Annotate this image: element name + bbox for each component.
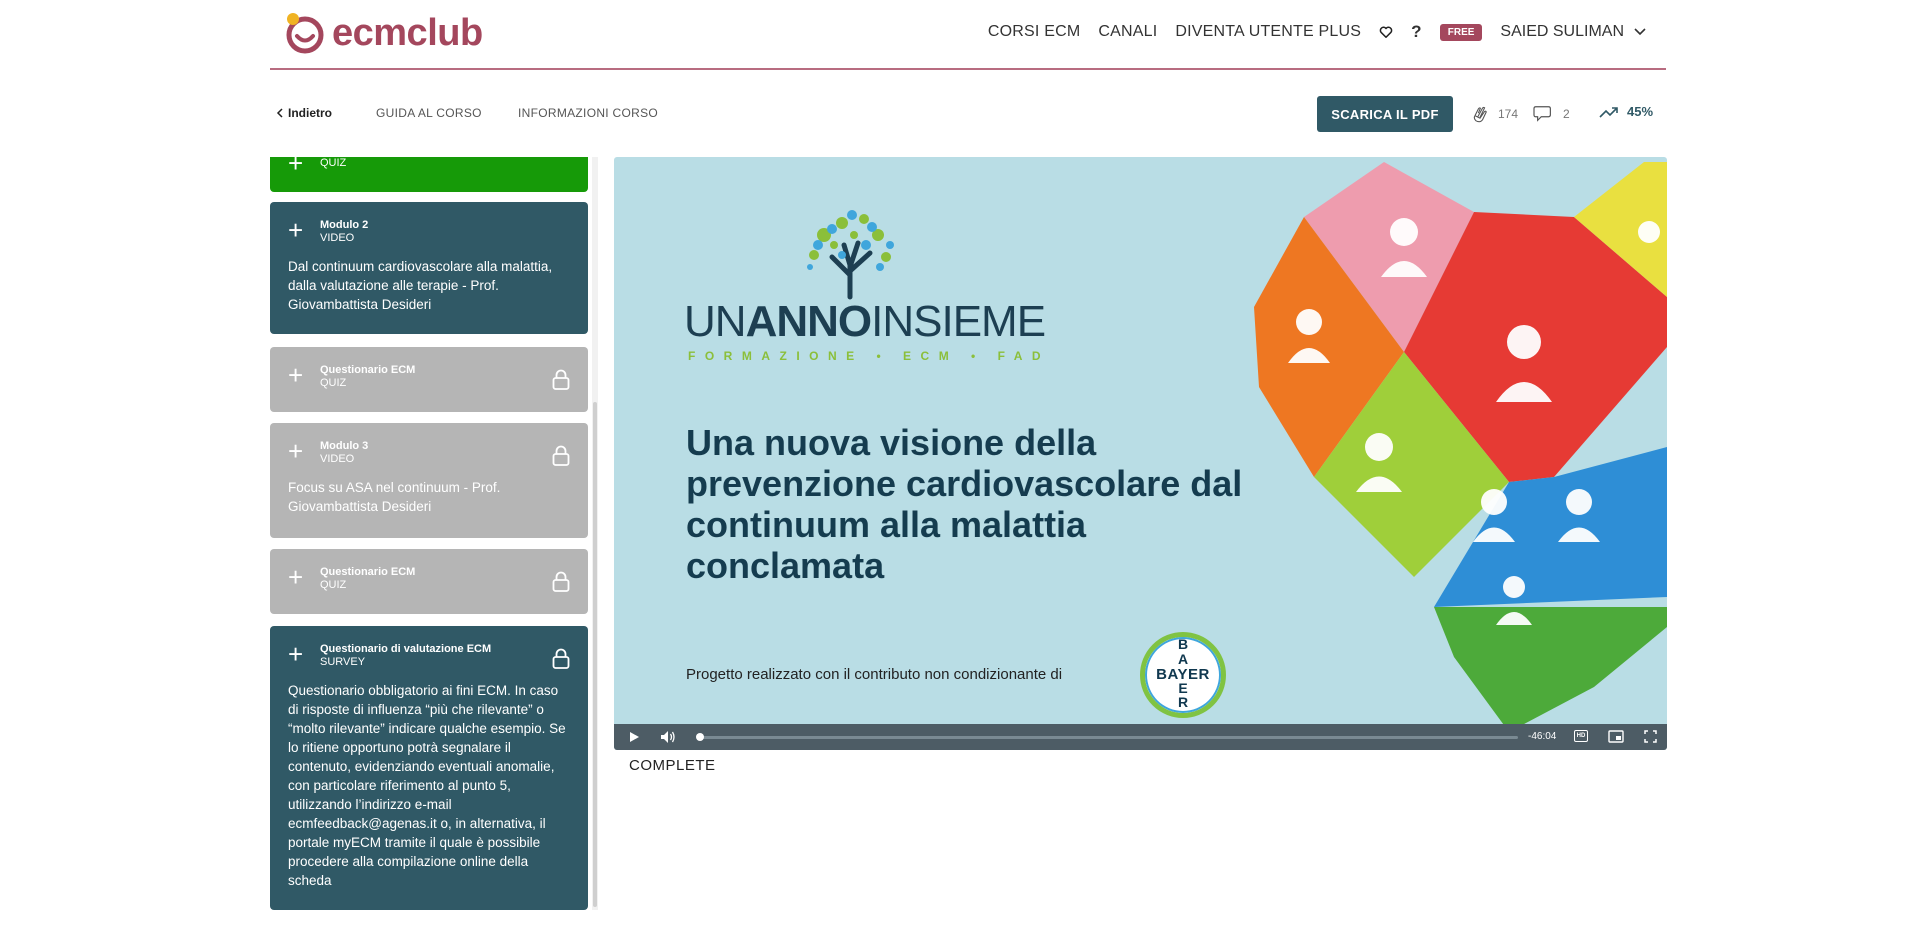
item-type: SURVEY [320, 656, 366, 668]
play-icon[interactable] [628, 731, 640, 743]
plan-badge: FREE [1439, 23, 1483, 41]
main-nav: CORSI ECM CANALI DIVENTA UTENTE PLUS ? F… [988, 22, 1646, 42]
nav-canali[interactable]: CANALI [1098, 23, 1157, 41]
nav-corsi-ecm[interactable]: CORSI ECM [988, 23, 1080, 41]
clap-icon [1473, 106, 1487, 123]
sidebar-item-questionario-ecm-2[interactable]: + Questionario ECM QUIZ [270, 549, 588, 614]
chevron-down-icon [1634, 28, 1646, 36]
item-title: Questionario di valutazione ECM [320, 643, 492, 655]
comments-counter[interactable]: 2 [1533, 104, 1570, 124]
item-description: Dal continuum cardiovascolare alla malat… [288, 259, 553, 312]
download-pdf-button[interactable]: SCARICA IL PDF [1317, 96, 1453, 132]
claps-counter[interactable]: 174 [1470, 104, 1518, 124]
claps-count: 174 [1498, 107, 1519, 121]
lock-icon [552, 571, 570, 592]
brand-wordmark: UNANNOINSIEME [684, 297, 1046, 346]
ecmclub-logo[interactable]: ecmclub [284, 12, 483, 54]
help-button[interactable]: ? [1411, 22, 1422, 42]
time-remaining: -46:04 [1528, 731, 1557, 742]
brand-tagline: FORMAZIONE • ECM • FAD [688, 349, 1051, 363]
top-navigation: ecmclub CORSI ECM CANALI DIVENTA UTENTE … [270, 0, 1666, 70]
item-type: VIDEO [320, 232, 355, 244]
item-description: Questionario obbligatorio ai fini ECM. I… [288, 683, 566, 888]
sidebar-item-modulo-2[interactable]: + Modulo 2 VIDEO Dal continuum cardiovas… [270, 202, 588, 334]
lock-icon [552, 648, 570, 669]
sidebar-item-modulo-3[interactable]: + Modulo 3 VIDEO Focus su ASA nel contin… [270, 423, 588, 538]
expand-icon: + [288, 436, 304, 466]
lock-icon [552, 369, 570, 390]
progress-percent: 45% [1627, 104, 1654, 119]
sidebar-item-quiz-completed[interactable]: + QUIZ [270, 157, 588, 192]
item-title: Modulo 2 [320, 219, 369, 231]
logo-text: ecmclub [332, 12, 483, 54]
hd-quality-icon[interactable]: HD [1574, 730, 1588, 742]
expand-icon: + [288, 639, 304, 669]
video-progress-knob[interactable] [696, 733, 704, 741]
slide-title: Una nuova visione della prevenzione card… [686, 422, 1243, 586]
sponsor-footnote: Progetto realizzato con il contributo no… [686, 666, 1063, 683]
sidebar-item-questionario-valutazione[interactable]: + Questionario di valutazione ECM SURVEY… [270, 626, 588, 910]
course-toolbar: Indietro GUIDA AL CORSO INFORMAZIONI COR… [270, 96, 1666, 136]
trending-up-icon [1599, 106, 1618, 118]
item-type: QUIZ [320, 579, 347, 591]
tree-logo-icon [807, 210, 894, 300]
item-description: Focus su ASA nel continuum - Prof. Giova… [288, 480, 501, 514]
sidebar-item-questionario-ecm-1[interactable]: + Questionario ECM QUIZ [270, 347, 588, 412]
user-menu[interactable]: SAIED SULIMAN [1500, 23, 1646, 41]
item-title: Modulo 3 [320, 440, 369, 452]
logo-mark-icon [286, 13, 324, 54]
tab-guida-al-corso[interactable]: GUIDA AL CORSO [376, 106, 482, 120]
item-title: Questionario ECM [320, 566, 416, 578]
video-player[interactable]: UNANNOINSIEME FORMAZIONE • ECM • FAD Una… [614, 157, 1667, 750]
expand-icon: + [288, 157, 304, 178]
chevron-left-icon [276, 108, 283, 118]
back-link[interactable]: Indietro [276, 106, 332, 120]
tab-informazioni-corso[interactable]: INFORMAZIONI CORSO [518, 106, 658, 120]
heart-icon[interactable] [1379, 25, 1393, 39]
fullscreen-icon[interactable] [1644, 730, 1657, 743]
item-type: QUIZ [320, 377, 347, 389]
nav-diventa-utente-plus[interactable]: DIVENTA UTENTE PLUS [1175, 23, 1361, 41]
picture-in-picture-icon[interactable] [1608, 730, 1624, 743]
comments-count: 2 [1563, 107, 1570, 121]
sidebar-scroll-thumb[interactable] [593, 402, 597, 907]
lock-icon [552, 445, 570, 466]
progress-indicator: 45% [1599, 104, 1653, 119]
item-type: QUIZ [320, 157, 347, 169]
user-name: SAIED SULIMAN [1500, 23, 1624, 40]
item-type: VIDEO [320, 453, 355, 465]
comment-icon [1533, 106, 1551, 122]
heart-puzzle-illustration [1254, 162, 1667, 724]
course-sidebar[interactable]: + QUIZ + Modulo 2 VIDEO Dal continuum ca… [270, 157, 600, 910]
expand-icon: + [288, 360, 304, 390]
completion-status: COMPLETE [629, 757, 716, 774]
expand-icon: + [288, 215, 304, 245]
bayer-logo-vertical: BAER [1177, 636, 1189, 711]
expand-icon: + [288, 562, 304, 592]
item-title: Questionario ECM [320, 364, 416, 376]
back-label: Indietro [288, 106, 332, 120]
video-progress-bar[interactable] [696, 733, 1518, 741]
video-controls: -46:04 HD [614, 724, 1667, 750]
volume-icon[interactable] [660, 730, 676, 744]
bayer-logo: BAYER BAER [1140, 632, 1226, 718]
